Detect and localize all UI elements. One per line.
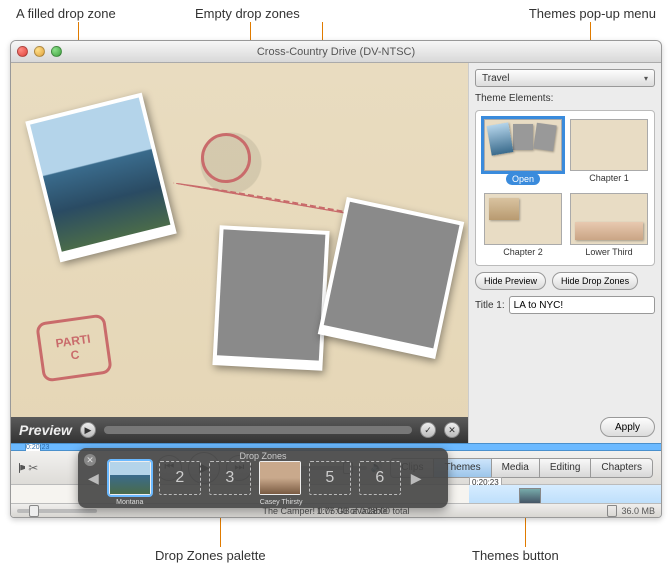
timeline-clip-thumb[interactable]	[519, 488, 541, 504]
theme-popup[interactable]: Travel	[475, 69, 655, 87]
palette-slot-6[interactable]: 6	[359, 461, 401, 495]
window-title: Cross-Country Drive (DV-NTSC)	[11, 46, 661, 58]
annotation-themes-popup: Themes pop-up menu	[529, 6, 656, 21]
palette-right-arrow[interactable]: ▶	[409, 470, 424, 487]
theme-item-label: Chapter 1	[589, 173, 629, 183]
tab-editing[interactable]: Editing	[539, 458, 592, 478]
stamp-text-2: C	[70, 347, 81, 362]
theme-elements-grid: Open Chapter 1 Chapter 2 Lower Third	[475, 110, 655, 266]
theme-item-lower-third[interactable]: Lower Third	[570, 193, 648, 257]
theme-item-label: Chapter 2	[503, 247, 543, 257]
annotation-themes-button: Themes button	[472, 548, 559, 563]
theme-item-label: Lower Third	[585, 247, 632, 257]
palette-slot-label: Casey Thirsty	[260, 499, 300, 506]
preview-cancel-icon[interactable]: ✕	[444, 422, 460, 438]
palette-slot-label: Montana	[110, 499, 150, 506]
apply-button[interactable]: Apply	[600, 417, 655, 437]
theme-item-label: Open	[506, 173, 540, 185]
preview-scrubber[interactable]	[104, 426, 412, 434]
title1-input[interactable]	[509, 296, 655, 314]
palette-slot-3[interactable]: 3	[209, 461, 251, 495]
theme-elements-label: Theme Elements:	[475, 93, 655, 104]
theme-item-chapter1[interactable]: Chapter 1	[570, 119, 648, 185]
preview-confirm-icon[interactable]: ✓	[420, 422, 436, 438]
palette-left-arrow[interactable]: ◀	[86, 470, 101, 487]
themes-panel: Travel Theme Elements: Open Chapter 1 Ch…	[469, 63, 661, 443]
theme-item-chapter2[interactable]: Chapter 2	[484, 193, 562, 257]
title1-label: Title 1:	[475, 300, 505, 311]
stamp-parti-icon: PARTI C	[35, 313, 113, 382]
palette-slot-5[interactable]: 5	[309, 461, 351, 495]
drop-zones-palette[interactable]: ✕ Drop Zones ◀ Montana 2 3 Casey Thirsty…	[78, 448, 448, 508]
annotation-drop-zones-palette: Drop Zones palette	[155, 548, 266, 563]
drop-zones-palette-title: Drop Zones	[78, 451, 448, 461]
palette-slot-1[interactable]: Montana	[109, 461, 151, 495]
tab-chapters[interactable]: Chapters	[590, 458, 653, 478]
tab-media[interactable]: Media	[491, 458, 540, 478]
preview-play-icon[interactable]: ▶	[80, 422, 96, 438]
camera-mode-icon[interactable]	[19, 463, 20, 473]
titlebar: Cross-Country Drive (DV-NTSC)	[11, 41, 661, 63]
preview-label: Preview	[19, 422, 72, 438]
palette-slot-4[interactable]: Casey Thirsty	[259, 461, 301, 495]
preview-pane: PARTI C Preview ▶ ✓ ✕	[11, 63, 469, 443]
preview-bar: Preview ▶ ✓ ✕	[11, 417, 468, 443]
drop-zone-empty-1[interactable]	[212, 225, 329, 371]
hide-drop-zones-button[interactable]: Hide Drop Zones	[552, 272, 638, 290]
theme-item-open[interactable]: Open	[484, 119, 562, 185]
annotation-empty-drop-zones: Empty drop zones	[195, 6, 300, 21]
annotation-filled-drop-zone: A filled drop zone	[16, 6, 116, 21]
scissors-icon[interactable]: ✂	[28, 461, 38, 475]
hide-preview-button[interactable]: Hide Preview	[475, 272, 546, 290]
app-window: Cross-Country Drive (DV-NTSC) PARTI C Pr…	[10, 40, 662, 518]
theme-popup-value: Travel	[482, 73, 509, 84]
palette-slot-2[interactable]: 2	[159, 461, 201, 495]
